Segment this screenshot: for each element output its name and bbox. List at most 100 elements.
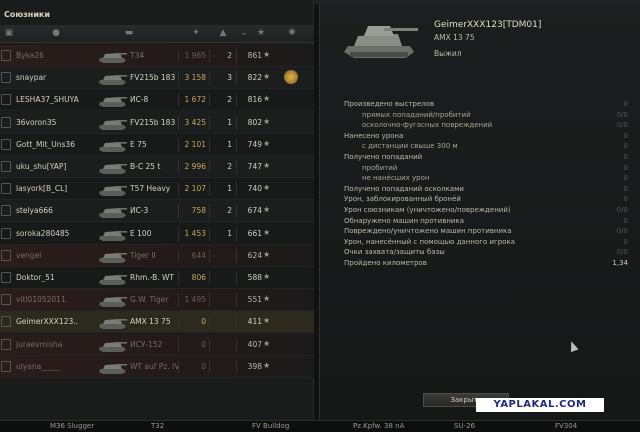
column-header: ▣ ● ▬ ✦ ▲ ⌄ ★ ✺ bbox=[0, 25, 314, 43]
xp-value: 747 bbox=[247, 162, 262, 171]
player-row[interactable]: uku_shu[YAP] B-C 25 t2 996 2 747 ★ bbox=[0, 156, 314, 178]
xp-value: 661 bbox=[247, 228, 262, 238]
star-icon: ★ bbox=[263, 183, 271, 193]
damage-value: 2 996 bbox=[184, 162, 206, 171]
player-row[interactable]: ulyana_____ WT auf Pz. IV 0 398 ★ bbox=[0, 355, 314, 378]
player-row[interactable]: soroka280485 E 100 1 453 1 661 ★ bbox=[0, 222, 314, 245]
star-icon: ★ bbox=[263, 316, 271, 326]
stat-value: 0/0 bbox=[616, 227, 628, 236]
stat-row: Урон, нанесённый с помощью данного игрок… bbox=[336, 238, 632, 249]
stat-label: Урон, нанесённый с помощью данного игрок… bbox=[344, 237, 515, 246]
vehicle-button-icon[interactable]: ▣ bbox=[3, 28, 15, 40]
player-row[interactable]: Doktor_51 Rhm.-B. WT 806 588 ★ bbox=[0, 267, 314, 289]
player-details-panel: GeimerXXX123[TDM01] AMX 13 75 Выжил Прои… bbox=[319, 4, 640, 420]
tank-icon bbox=[99, 230, 127, 241]
player-row[interactable]: stelya666 ИС-3 758 2 674 ★ bbox=[0, 200, 314, 223]
kills-value: 1 bbox=[227, 184, 232, 194]
stat-row: Урон, заблокированный бронёй 0 bbox=[336, 195, 632, 206]
stat-row: Пройдено километров 1,34 bbox=[336, 259, 632, 270]
player-row[interactable]: GeimerXXX123.. AMX 13 75 0 411 ★ bbox=[0, 311, 314, 334]
star-icon: ★ bbox=[263, 205, 271, 215]
player-name: ulyana_____ bbox=[16, 361, 60, 371]
squad-toggle-icon[interactable] bbox=[1, 50, 11, 61]
kills-value: 3 bbox=[227, 73, 232, 83]
star-icon: ★ bbox=[263, 338, 271, 348]
xp-value: 822 bbox=[247, 73, 262, 83]
squad-toggle-icon[interactable] bbox=[1, 161, 11, 172]
star-icon: ★ bbox=[263, 72, 271, 82]
squad-toggle-icon[interactable] bbox=[1, 138, 11, 150]
damage-value: 1 672 bbox=[184, 95, 206, 105]
carousel-tank-label[interactable]: T32 bbox=[151, 422, 164, 430]
carousel-tank-label[interactable]: SU-26 bbox=[454, 422, 475, 430]
star-icon: ★ bbox=[263, 272, 271, 281]
xp-value: 802 bbox=[247, 117, 262, 127]
carousel-tank-label[interactable]: M36 Slugger bbox=[50, 422, 94, 430]
squad-toggle-icon[interactable] bbox=[1, 316, 11, 328]
squad-toggle-icon[interactable] bbox=[1, 116, 11, 128]
stat-label: Урон, заблокированный бронёй bbox=[344, 195, 461, 204]
squad-toggle-icon[interactable] bbox=[1, 183, 11, 195]
xp-column-icon[interactable]: ★ bbox=[255, 28, 267, 40]
player-name: vitl01052011 bbox=[16, 295, 66, 305]
tank-icon bbox=[99, 208, 127, 219]
player-row[interactable]: lasyork[B_CL] T57 Heavy 2 107 1 740 ★ bbox=[0, 178, 314, 201]
squad-toggle-icon[interactable] bbox=[1, 272, 11, 283]
stat-label: с дистанции свыше 300 м bbox=[362, 142, 458, 151]
player-row[interactable]: Gott_Mit_Uns36 E 75 2 101 1 749 ★ bbox=[0, 133, 314, 156]
player-row[interactable]: LESHA37_SHUYA ИС-8 1 672 2 816 ★ bbox=[0, 89, 314, 112]
player-row[interactable]: 36voron35 FV215b 183 3 425 1 802 ★ bbox=[0, 111, 314, 134]
xp-value: 749 bbox=[247, 139, 262, 149]
player-row[interactable]: juraevmisha ИСУ-152 0 407 ★ bbox=[0, 333, 314, 356]
player-column-icon[interactable]: ● bbox=[50, 28, 62, 40]
stat-row: не нанёсших урон 0 bbox=[336, 174, 632, 185]
squad-toggle-icon[interactable] bbox=[1, 338, 11, 350]
player-row[interactable]: Byka26 T34 1 965 2 861 ★ bbox=[0, 45, 314, 67]
kills-value: 2 bbox=[227, 95, 232, 105]
tank-icon bbox=[99, 53, 127, 63]
tank-icon bbox=[99, 252, 127, 263]
star-icon: ★ bbox=[263, 360, 271, 370]
medal-icon bbox=[284, 70, 298, 85]
squad-toggle-icon[interactable] bbox=[1, 72, 11, 84]
xp-value: 740 bbox=[247, 184, 262, 194]
stat-label: Повреждено/уничтожено машин противника bbox=[344, 227, 512, 236]
stats-list: Произведено выстрелов 0 прямых попаданий/п… bbox=[336, 100, 632, 316]
xp-value: 551 bbox=[247, 295, 262, 305]
stat-label: не нанёсших урон bbox=[362, 174, 430, 183]
star-icon: ★ bbox=[263, 94, 271, 104]
damage-value: 1 453 bbox=[184, 228, 206, 238]
kills-column-icon[interactable]: ▲ bbox=[215, 28, 231, 40]
damage-column-icon[interactable]: ✦ bbox=[190, 28, 202, 40]
player-name: juraevmisha bbox=[16, 339, 63, 349]
stat-label: Обнаружено машин противника bbox=[344, 216, 465, 225]
player-tank: AMX 13 75 bbox=[434, 33, 475, 42]
player-name: Doktor_51 bbox=[16, 273, 55, 282]
player-row[interactable]: snaypar FV215b 183 3 158 3 822 ★ bbox=[0, 67, 314, 90]
player-name: stelya666 bbox=[16, 206, 53, 216]
stat-label: прямых попаданий/пробитий bbox=[362, 110, 471, 119]
stat-label: Получено попаданий осколками bbox=[344, 184, 464, 193]
medal-column-icon[interactable]: ✺ bbox=[286, 28, 298, 40]
player-row[interactable]: vengel Tiger II 644 624 ★ bbox=[0, 244, 314, 267]
tank-column-icon[interactable]: ▬ bbox=[118, 28, 140, 40]
squad-toggle-icon[interactable] bbox=[1, 94, 11, 106]
carousel-tank-label[interactable]: FV Bulldog bbox=[252, 422, 289, 430]
stat-row: Нанесено урона 0 bbox=[336, 132, 632, 143]
player-row[interactable]: vitl01052011 G.W. Tiger 1 495 551 ★ bbox=[0, 289, 314, 312]
tank-icon bbox=[99, 319, 127, 330]
sort-chevron-icon[interactable]: ⌄ bbox=[238, 28, 250, 40]
carousel-tank-label[interactable]: Pz.Kpfw. 38 nA bbox=[353, 422, 404, 430]
stat-row: Обнаружено машин противника 0 bbox=[336, 217, 632, 228]
carousel-tank-label[interactable]: FV304 bbox=[555, 422, 577, 430]
player-name: Byka26 bbox=[16, 51, 44, 60]
squad-toggle-icon[interactable] bbox=[1, 205, 11, 217]
damage-value: 644 bbox=[191, 250, 206, 260]
stat-row: пробитий 0 bbox=[336, 164, 632, 175]
squad-toggle-icon[interactable] bbox=[1, 360, 11, 372]
squad-toggle-icon[interactable] bbox=[1, 249, 11, 261]
squad-toggle-icon[interactable] bbox=[1, 227, 11, 239]
player-name: GeimerXXX123.. bbox=[16, 317, 79, 327]
star-icon: ★ bbox=[263, 249, 271, 259]
squad-toggle-icon[interactable] bbox=[1, 294, 11, 306]
